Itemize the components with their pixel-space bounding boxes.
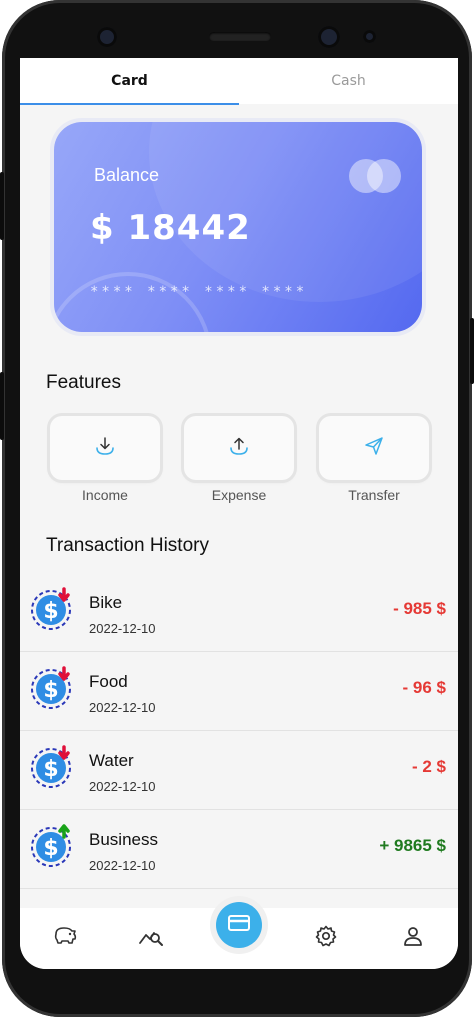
gear-icon [314,924,338,952]
transaction-history-title: Transaction History [46,535,209,556]
dollar-expense-icon: $ [30,587,72,630]
transaction-amount: - 96 $ [402,678,446,697]
dollar-expense-icon: $ [30,745,72,788]
svg-text:$: $ [43,599,58,624]
nav-cards[interactable] [216,902,262,948]
tab-bar: Card Cash [20,58,458,105]
transaction-date: 2022-12-10 [89,700,156,715]
download-arrow-icon [94,435,116,461]
svg-text:$: $ [43,757,58,782]
phone-frame: Card Cash Balance $ 18442 **** **** ****… [0,0,474,1017]
dollar-expense-icon: $ [30,666,72,709]
dollar-income-icon: $ [30,824,72,867]
income-label: Income [82,487,128,503]
balance-label: Balance [94,165,160,185]
expense-label: Expense [211,487,267,503]
transaction-row[interactable]: $ Water 2022-12-10 - 2 $ [20,731,458,810]
front-sensor [97,27,117,47]
app-screen: Card Cash Balance $ 18442 **** **** ****… [20,58,458,969]
transaction-row[interactable]: $ Business 2022-12-10 + 9865 $ [20,810,458,889]
upload-arrow-icon [228,435,250,461]
piggy-bank-icon [52,924,78,952]
transaction-row[interactable]: $ Bike 2022-12-10 - 985 $ [20,573,458,652]
transaction-row[interactable]: $ Food 2022-12-10 - 96 $ [20,652,458,731]
nav-settings[interactable] [306,918,346,958]
transaction-date: 2022-12-10 [89,779,156,794]
bixby-button [0,372,4,440]
earpiece-speaker [209,32,271,41]
chart-search-icon [138,924,164,952]
income-button[interactable] [50,416,160,480]
user-icon [402,925,424,951]
card-icon [227,913,251,937]
transaction-date: 2022-12-10 [89,621,156,636]
iris-sensor [363,30,376,43]
nav-analytics[interactable] [131,918,171,958]
nav-savings[interactable] [45,918,85,958]
power-button [470,318,474,384]
bottom-navigation [20,902,458,969]
tab-cash[interactable]: Cash [239,58,458,104]
balance-amount: $ 18442 [90,208,251,248]
expense-button[interactable] [184,416,294,480]
transaction-amount: - 985 $ [393,599,446,618]
transaction-name: Business [89,830,158,849]
card-number: **** **** **** **** [90,284,308,300]
front-camera [318,26,340,48]
transfer-button[interactable] [319,416,429,480]
svg-text:$: $ [43,678,58,703]
transaction-name: Water [89,751,134,770]
tab-indicator [20,103,239,105]
transaction-date: 2022-12-10 [89,858,156,873]
transaction-name: Food [89,672,128,691]
send-icon [363,435,385,461]
transaction-name: Bike [89,593,123,612]
transaction-amount: - 2 $ [411,757,446,776]
features-title: Features [46,372,121,393]
volume-button [0,172,4,240]
balance-card[interactable]: Balance $ 18442 **** **** **** **** [54,122,422,332]
svg-text:$: $ [43,836,58,861]
card-brand-circle-right [367,159,401,193]
card-ring-decoration [54,272,212,332]
transfer-label: Transfer [348,487,400,503]
nav-profile[interactable] [393,918,433,958]
transaction-amount: + 9865 $ [379,836,446,855]
tab-card[interactable]: Card [20,58,239,104]
